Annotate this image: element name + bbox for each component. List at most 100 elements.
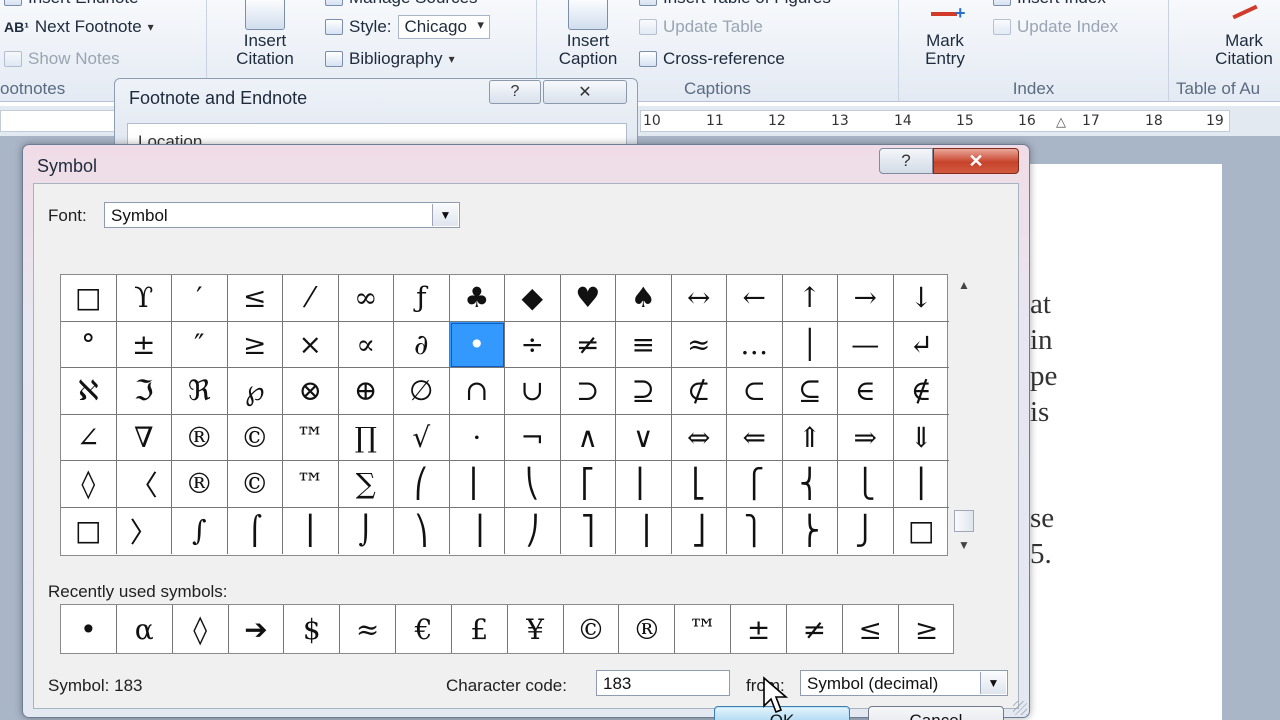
chevron-down-icon[interactable]: ▼: [432, 204, 458, 226]
symbol-cell[interactable]: 〈: [116, 461, 172, 508]
footnote-close-button[interactable]: ✕: [543, 80, 627, 104]
symbol-cell[interactable]: ⁄: [283, 275, 339, 322]
symbol-cell[interactable]: ≤: [227, 275, 283, 322]
symbol-cell[interactable]: ≠: [560, 321, 616, 368]
symbol-grid[interactable]: □ ϒ ′ ≤ ⁄ ∞ ƒ ♣ ◆ ♥ ♠ ↔ ← ↑ → ↓ ° ± ″ ≥ × ∝ ∂ • ÷ ≠ ≡ ≈… │ — ↵ ℵ ℑ ℜ ℘ ⊗ ⊕ ∅ ∩…: [60, 274, 950, 556]
symbol-cell[interactable]: ∝: [338, 321, 394, 368]
symbol-cell[interactable]: ϒ: [116, 275, 172, 322]
symbol-cell[interactable]: ⊗: [283, 368, 339, 415]
resize-grip-icon[interactable]: [1013, 701, 1027, 715]
symbol-cell[interactable]: ∇: [116, 414, 172, 461]
symbol-cell[interactable]: ⊂: [727, 368, 783, 415]
symbol-cell[interactable]: ↓: [893, 275, 949, 322]
symbol-cell[interactable]: ≈: [671, 321, 727, 368]
symbol-cell[interactable]: ∩: [449, 368, 505, 415]
footnote-help-button[interactable]: ?: [489, 80, 541, 104]
insert-table-of-figures-button[interactable]: Insert Table of Figures: [639, 0, 831, 8]
symbol-cell[interactable]: ∏: [338, 414, 394, 461]
symbol-cell[interactable]: ⎢: [616, 461, 672, 508]
symbol-cell[interactable]: ⌡: [339, 507, 394, 554]
symbol-cell[interactable]: ⇔: [671, 414, 727, 461]
symbol-cell[interactable]: ♣: [449, 275, 505, 322]
symbol-cell[interactable]: ©: [227, 461, 283, 508]
symbol-cell[interactable]: □: [61, 275, 117, 322]
recent-symbol-cell[interactable]: •: [61, 605, 117, 653]
recent-symbol-cell[interactable]: α: [117, 605, 173, 653]
symbol-cell[interactable]: ∞: [338, 275, 394, 322]
update-table-button[interactable]: Update Table: [639, 17, 763, 37]
symbol-cell[interactable]: √: [394, 414, 450, 461]
recent-symbol-cell[interactable]: ≤: [843, 605, 899, 653]
symbol-cell[interactable]: ®: [172, 461, 228, 508]
symbol-cell[interactable]: ⎦: [672, 507, 727, 554]
scroll-thumb[interactable]: [954, 510, 974, 532]
symbol-cell[interactable]: ™: [283, 461, 339, 508]
recent-symbols-grid[interactable]: • α ◊ ➔ $ ≈ € £ ¥ © ® ™ ± ≠ ≤ ≥: [60, 604, 954, 654]
symbol-cell[interactable]: □: [894, 508, 950, 555]
symbol-cell[interactable]: ⎣: [671, 461, 727, 508]
symbol-cell[interactable]: ∫: [172, 507, 228, 554]
recent-symbol-cell[interactable]: ©: [564, 605, 620, 653]
update-index-button[interactable]: Update Index: [993, 17, 1118, 37]
indent-marker-icon[interactable]: △: [1056, 114, 1066, 130]
symbol-cell[interactable]: ℵ: [61, 368, 117, 415]
insert-endnote-button[interactable]: Insert Endnote: [4, 0, 139, 8]
recent-symbol-cell[interactable]: €: [396, 605, 452, 653]
symbol-cell[interactable]: ¬: [505, 414, 561, 461]
symbol-cell[interactable]: 〉: [117, 507, 172, 554]
cancel-button[interactable]: Cancel: [868, 706, 1004, 720]
symbol-cell[interactable]: •: [449, 321, 505, 368]
symbol-cell[interactable]: ′: [172, 275, 228, 322]
symbol-cell[interactable]: ⎛: [394, 461, 450, 508]
symbol-cell[interactable]: ♥: [560, 275, 616, 322]
symbol-cell[interactable]: ♠: [616, 275, 672, 322]
scroll-down-icon[interactable]: ▼: [954, 536, 974, 554]
bibliography-button[interactable]: Bibliography ▾: [325, 49, 455, 69]
symbol-cell[interactable]: ⊕: [338, 368, 394, 415]
symbol-cell[interactable]: ⎥: [616, 507, 672, 554]
symbol-cell[interactable]: ↑: [782, 275, 838, 322]
recent-symbol-cell[interactable]: ➔: [229, 605, 285, 653]
symbol-cell[interactable]: ⎠: [505, 507, 561, 554]
next-footnote-button[interactable]: AB¹ Next Footnote ▾: [4, 17, 154, 37]
symbol-cell[interactable]: ℑ: [116, 368, 172, 415]
symbol-cell[interactable]: ⇓: [893, 415, 949, 461]
font-select[interactable]: Symbol ▼: [104, 202, 460, 228]
symbol-cell[interactable]: ©: [227, 414, 283, 461]
symbol-cell[interactable]: ≡: [616, 321, 672, 368]
manage-sources-button[interactable]: Manage Sources: [325, 0, 478, 8]
symbol-cell[interactable]: ™: [283, 414, 339, 461]
symbol-cell[interactable]: ⎧: [727, 461, 783, 508]
recent-symbol-cell[interactable]: $: [284, 605, 341, 653]
document-page[interactable]: at in pe is se 5.: [1000, 164, 1222, 720]
symbol-cell[interactable]: ″: [172, 321, 228, 368]
symbol-cell[interactable]: ⎡: [560, 461, 616, 508]
symbol-cell[interactable]: ⌠: [228, 507, 283, 554]
symbol-cell[interactable]: ⎮: [283, 507, 339, 554]
cross-reference-button[interactable]: Cross-reference: [639, 49, 785, 69]
symbol-cell[interactable]: ⊃: [560, 368, 616, 415]
symbol-cell[interactable]: ⎬: [783, 507, 838, 554]
symbol-cell[interactable]: ∉: [893, 368, 949, 415]
symbol-cell[interactable]: ⎤: [561, 507, 616, 554]
style-select[interactable]: Chicago: [397, 15, 490, 39]
symbol-grid-scrollbar[interactable]: ▲ ▼: [952, 274, 976, 556]
symbol-cell[interactable]: │: [782, 321, 838, 368]
symbol-cell[interactable]: ↵: [893, 322, 949, 368]
symbol-cell[interactable]: ◊: [61, 461, 117, 508]
recent-symbol-cell[interactable]: £: [452, 605, 508, 653]
mark-entry-button[interactable]: + Mark Entry: [905, 0, 985, 68]
insert-index-button[interactable]: Insert Index: [993, 0, 1106, 8]
chevron-down-icon[interactable]: ▼: [980, 672, 1006, 694]
symbol-cell[interactable]: ∠: [61, 414, 117, 461]
symbol-cell[interactable]: ℜ: [172, 368, 228, 415]
symbol-cell[interactable]: ◆: [505, 275, 561, 322]
recent-symbol-cell[interactable]: ◊: [173, 605, 229, 653]
symbol-cell[interactable]: ⎭: [838, 507, 894, 554]
symbol-cell[interactable]: ⎟: [450, 507, 505, 554]
recent-symbol-cell[interactable]: ®: [619, 605, 676, 653]
symbol-cell[interactable]: —: [838, 321, 894, 368]
recent-symbol-cell[interactable]: ±: [731, 605, 787, 653]
symbol-cell[interactable]: ⊄: [671, 368, 727, 415]
symbol-cell[interactable]: ⎜: [449, 461, 505, 508]
